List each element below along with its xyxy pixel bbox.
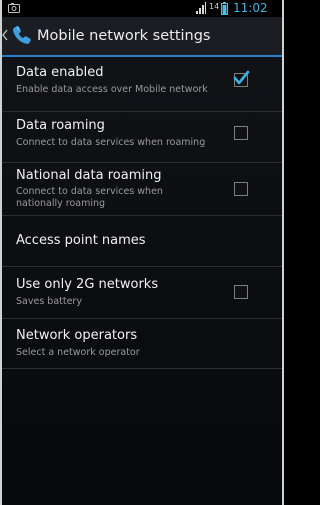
signal-bars-icon xyxy=(196,2,206,14)
setting-national-data-roaming[interactable]: National data roaming Connect to data se… xyxy=(2,163,282,216)
settings-list: Data enabled Enable data access over Mob… xyxy=(2,59,282,369)
setting-text: Network operators Select a network opera… xyxy=(16,328,282,359)
setting-title: Access point names xyxy=(16,233,146,248)
setting-text: Access point names xyxy=(16,233,282,249)
setting-network-operators[interactable]: Network operators Select a network opera… xyxy=(2,319,282,369)
setting-use-only-2g[interactable]: Use only 2G networks Saves battery xyxy=(2,267,282,319)
national-data-roaming-checkbox[interactable] xyxy=(234,182,248,196)
screenshot-icon xyxy=(8,3,20,13)
screen: 14 11:02 AM Mobile network settings Data… xyxy=(0,0,284,505)
use-only-2g-checkbox[interactable] xyxy=(234,285,248,299)
setting-data-roaming[interactable]: Data roaming Connect to data services wh… xyxy=(2,112,282,163)
setting-access-point-names[interactable]: Access point names xyxy=(2,216,282,267)
page-title: Mobile network settings xyxy=(37,28,211,44)
setting-title: Network operators xyxy=(16,328,138,343)
data-roaming-checkbox[interactable] xyxy=(234,126,248,140)
status-bar: 14 11:02 AM xyxy=(2,0,282,31)
setting-summary: Select a network operator xyxy=(16,347,140,358)
setting-data-enabled[interactable]: Data enabled Enable data access over Mob… xyxy=(2,59,282,112)
checkmark-icon xyxy=(233,70,250,85)
clock-time: 11:02 xyxy=(233,1,268,15)
back-chevron-icon[interactable] xyxy=(2,29,8,41)
phone-icon[interactable] xyxy=(10,23,34,47)
action-bar: Mobile network settings xyxy=(2,17,282,57)
setting-summary-line-2: nationally roaming xyxy=(16,198,106,209)
network-type-badge: 14 xyxy=(209,2,220,11)
battery-icon xyxy=(221,2,228,15)
